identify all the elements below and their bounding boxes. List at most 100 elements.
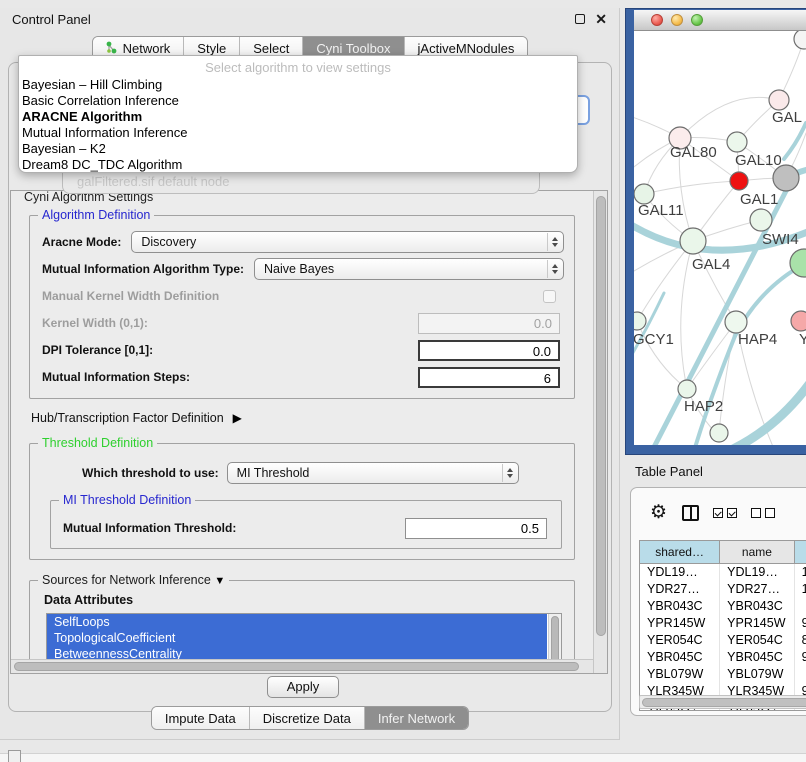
table-cell: YDL19… <box>640 564 720 581</box>
manual-kernel-width-checkbox[interactable] <box>543 290 556 303</box>
node-gal11-label: GAL11 <box>638 202 684 219</box>
node-hap4[interactable] <box>725 311 747 333</box>
column-header-shared[interactable]: shared… <box>640 541 720 564</box>
node-gal10-label: GAL10 <box>735 152 782 169</box>
which-threshold-value: MI Threshold <box>237 466 310 480</box>
attribute-list-item[interactable]: TopologicalCoefficient <box>47 630 547 646</box>
table-cell: 8. <box>795 632 806 649</box>
footer-strip <box>0 753 806 762</box>
which-threshold-select[interactable]: MI Threshold <box>227 462 519 484</box>
dpi-tolerance-field[interactable]: 0.0 <box>418 340 560 361</box>
node-y-right[interactable] <box>791 311 806 331</box>
table-cell: YBR043C <box>720 598 794 615</box>
settings-vertical-scrollbar-thumb[interactable] <box>596 196 606 636</box>
columns-icon[interactable] <box>682 505 699 521</box>
mi-threshold-group: MI Threshold Definition Mutual Informati… <box>50 500 562 549</box>
settings-horizontal-scrollbar[interactable] <box>11 659 593 673</box>
gear-icon[interactable]: ⚙ <box>650 503 667 523</box>
mi-steps-label: Mutual Information Steps: <box>42 370 190 384</box>
which-threshold-label: Which threshold to use: <box>82 466 219 480</box>
table-horizontal-scrollbar-thumb[interactable] <box>642 698 806 707</box>
cyni-algorithm-settings-panel: Cyni Algorithm Settings Algorithm Defini… <box>10 190 608 674</box>
node-bottom[interactable] <box>710 424 728 442</box>
aracne-mode-label: Aracne Mode: <box>42 235 121 249</box>
mi-threshold-label: Mutual Information Threshold: <box>63 521 236 535</box>
algorithm-option[interactable]: Basic Correlation Inference <box>19 93 577 109</box>
table-cell: YPR145W <box>720 615 794 632</box>
column-header-name[interactable]: name <box>720 541 794 564</box>
node-gray[interactable] <box>773 165 799 191</box>
settings-horizontal-scrollbar-thumb[interactable] <box>14 662 579 671</box>
network-edge[interactable] <box>644 181 739 194</box>
table-horizontal-scrollbar[interactable] <box>639 695 806 709</box>
network-canvas[interactable]: GALGAL80GAL10GAL1GAL11SWI4GAL4GCY1HAP4YH… <box>634 31 806 445</box>
network-view-window: GALGAL80GAL10GAL1GAL11SWI4GAL4GCY1HAP4YH… <box>625 8 806 455</box>
node-hap4-label: HAP4 <box>738 331 777 348</box>
tab-impute-data[interactable]: Impute Data <box>152 707 250 729</box>
settings-vertical-scrollbar[interactable] <box>593 191 607 673</box>
collapse-arrow-icon[interactable]: ▼ <box>214 575 225 587</box>
sources-group-title: Sources for Network Inference ▼ <box>38 573 229 587</box>
node-gcy1-label: GCY1 <box>634 331 674 348</box>
table-cell: YBR045C <box>640 649 720 666</box>
apply-button[interactable]: Apply <box>267 676 339 698</box>
table-row[interactable]: YPR145WYPR145W9. <box>640 615 806 632</box>
tab-infer-network[interactable]: Infer Network <box>365 707 468 729</box>
minimize-traffic-light-icon[interactable] <box>671 14 683 26</box>
table-cell: 13 <box>795 564 806 581</box>
node-swi4[interactable] <box>750 209 772 231</box>
node-table: shared…nameA YDL19…YDL19…13YDR27…YDR27…1… <box>639 540 806 711</box>
hub-definition-toggle[interactable]: Hub/Transcription Factor Definition ▶ <box>31 411 607 425</box>
node-gal10[interactable] <box>727 132 747 152</box>
table-cell: YBR043C <box>640 598 720 615</box>
attribute-list-item[interactable]: SelfLoops <box>47 614 547 630</box>
stepper-icon[interactable] <box>502 464 517 482</box>
float-window-icon[interactable] <box>575 14 585 24</box>
table-row[interactable]: YBL079WYBL079W <box>640 666 806 683</box>
node-gal-right[interactable] <box>769 90 789 110</box>
table-row[interactable]: YBR043CYBR043C <box>640 598 806 615</box>
zoom-traffic-light-icon[interactable] <box>691 14 703 26</box>
node-hap2[interactable] <box>678 380 696 398</box>
node-gcy1[interactable] <box>634 312 646 330</box>
stepper-icon[interactable] <box>547 233 562 251</box>
control-panel-title: Control Panel <box>12 12 91 27</box>
algorithm-option[interactable]: ARACNE Algorithm <box>19 109 577 125</box>
node-gal1[interactable] <box>730 172 748 190</box>
deselect-all-checkboxes-icon[interactable] <box>751 508 775 518</box>
table-cell: YBL079W <box>720 666 794 683</box>
expand-arrow-icon[interactable]: ▶ <box>233 411 242 425</box>
table-row[interactable]: YBR045CYBR045C9. <box>640 649 806 666</box>
close-traffic-light-icon[interactable] <box>651 14 663 26</box>
node-gal11[interactable] <box>634 184 654 204</box>
table-cell: YER054C <box>640 632 720 649</box>
mi-algorithm-type-select[interactable]: Naive Bayes <box>254 258 564 280</box>
tab-label: Select <box>253 41 289 56</box>
mi-steps-field[interactable]: 6 <box>418 367 560 388</box>
tab-discretize-data[interactable]: Discretize Data <box>250 707 365 729</box>
aracne-mode-select[interactable]: Discovery <box>131 231 564 253</box>
network-edge[interactable] <box>729 383 806 445</box>
table-row[interactable]: YDL19…YDL19…13 <box>640 564 806 581</box>
mi-threshold-field[interactable]: 0.5 <box>405 518 547 539</box>
network-edge[interactable] <box>680 97 779 138</box>
stepper-icon[interactable] <box>547 260 562 278</box>
table-cell <box>795 598 806 615</box>
collapsed-panel-icon[interactable] <box>8 750 21 762</box>
algorithm-option[interactable]: Dream8 DC_TDC Algorithm <box>19 157 577 173</box>
algorithm-option[interactable]: Bayesian – Hill Climbing <box>19 77 577 93</box>
data-attributes-label: Data Attributes <box>44 593 564 607</box>
mi-threshold-group-title: MI Threshold Definition <box>59 493 195 507</box>
table-row[interactable]: YDR27…YDR27…12 <box>640 581 806 598</box>
tab-label: jActiveMNodules <box>418 41 515 56</box>
algorithm-option[interactable]: Bayesian – K2 <box>19 141 577 157</box>
select-all-checkboxes-icon[interactable] <box>713 508 737 518</box>
node-top-partial[interactable] <box>794 31 806 49</box>
column-header-A[interactable]: A <box>795 541 806 564</box>
algorithm-option[interactable]: Mutual Information Inference <box>19 125 577 141</box>
table-cell: YDL19… <box>720 564 794 581</box>
algorithm-definition-group: Algorithm Definition Aracne Mode: Discov… <box>29 215 575 399</box>
close-icon[interactable]: ✕ <box>595 14 607 24</box>
table-row[interactable]: YER054CYER054C8. <box>640 632 806 649</box>
node-gal4[interactable] <box>680 228 706 254</box>
